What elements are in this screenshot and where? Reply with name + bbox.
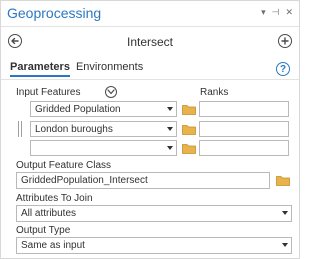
pane-controls: ▾ ⊣ ✕: [261, 7, 293, 17]
output-feature-class-label: Output Feature Class: [16, 160, 112, 171]
rank-input-3[interactable]: [199, 140, 289, 156]
help-icon[interactable]: ?: [276, 62, 290, 76]
attributes-to-join-value: All attributes: [21, 208, 77, 219]
dropdown-arrow-icon[interactable]: [167, 127, 173, 131]
input-feature-value-1: Gridded Population: [35, 104, 121, 115]
close-icon[interactable]: ✕: [285, 7, 293, 17]
output-type-label: Output Type: [16, 225, 71, 236]
rank-input-2[interactable]: [199, 121, 289, 137]
tab-environments[interactable]: Environments: [76, 61, 143, 77]
tool-header: Intersect: [1, 29, 299, 55]
dropdown-arrow-icon[interactable]: [167, 146, 173, 150]
tabs-divider: [1, 79, 299, 80]
titlebar-divider: [1, 26, 299, 27]
geoprocessing-pane: Geoprocessing ▾ ⊣ ✕ Intersect Parameters…: [0, 0, 300, 259]
input-feature-combo-3[interactable]: [30, 140, 177, 156]
folder-icon[interactable]: [182, 143, 196, 154]
pane-menu-icon[interactable]: ▾: [261, 7, 266, 17]
ranks-label: Ranks: [200, 87, 229, 98]
dropdown-arrow-icon[interactable]: [282, 211, 288, 215]
attributes-to-join-select[interactable]: All attributes: [16, 205, 292, 222]
pane-titlebar: Geoprocessing ▾ ⊣ ✕: [1, 1, 299, 25]
output-feature-class-value: GriddedPopulation_Intersect: [21, 175, 148, 186]
attributes-to-join-label: Attributes To Join: [16, 193, 93, 204]
input-feature-combo-2[interactable]: London buroughs: [30, 121, 177, 137]
dropdown-arrow-icon[interactable]: [282, 243, 288, 247]
chevron-down-icon[interactable]: [105, 86, 117, 98]
add-plus-icon[interactable]: [278, 34, 292, 48]
drag-handle-icon[interactable]: [18, 121, 22, 137]
input-feature-combo-1[interactable]: Gridded Population: [30, 101, 177, 117]
folder-icon[interactable]: [276, 175, 290, 186]
input-feature-value-2: London buroughs: [35, 124, 113, 135]
input-features-label: Input Features: [16, 87, 81, 98]
output-type-select[interactable]: Same as input: [16, 237, 292, 254]
tab-parameters[interactable]: Parameters: [10, 61, 70, 77]
tab-strip: Parameters Environments: [10, 61, 143, 77]
rank-input-1[interactable]: [199, 101, 289, 117]
pin-icon[interactable]: ⊣: [272, 7, 280, 17]
output-type-value: Same as input: [21, 240, 85, 251]
output-feature-class-field[interactable]: GriddedPopulation_Intersect: [16, 172, 270, 189]
folder-icon[interactable]: [182, 124, 196, 135]
dropdown-arrow-icon[interactable]: [167, 107, 173, 111]
tool-title: Intersect: [126, 35, 174, 49]
folder-icon[interactable]: [182, 104, 196, 115]
pane-title: Geoprocessing: [7, 5, 102, 21]
